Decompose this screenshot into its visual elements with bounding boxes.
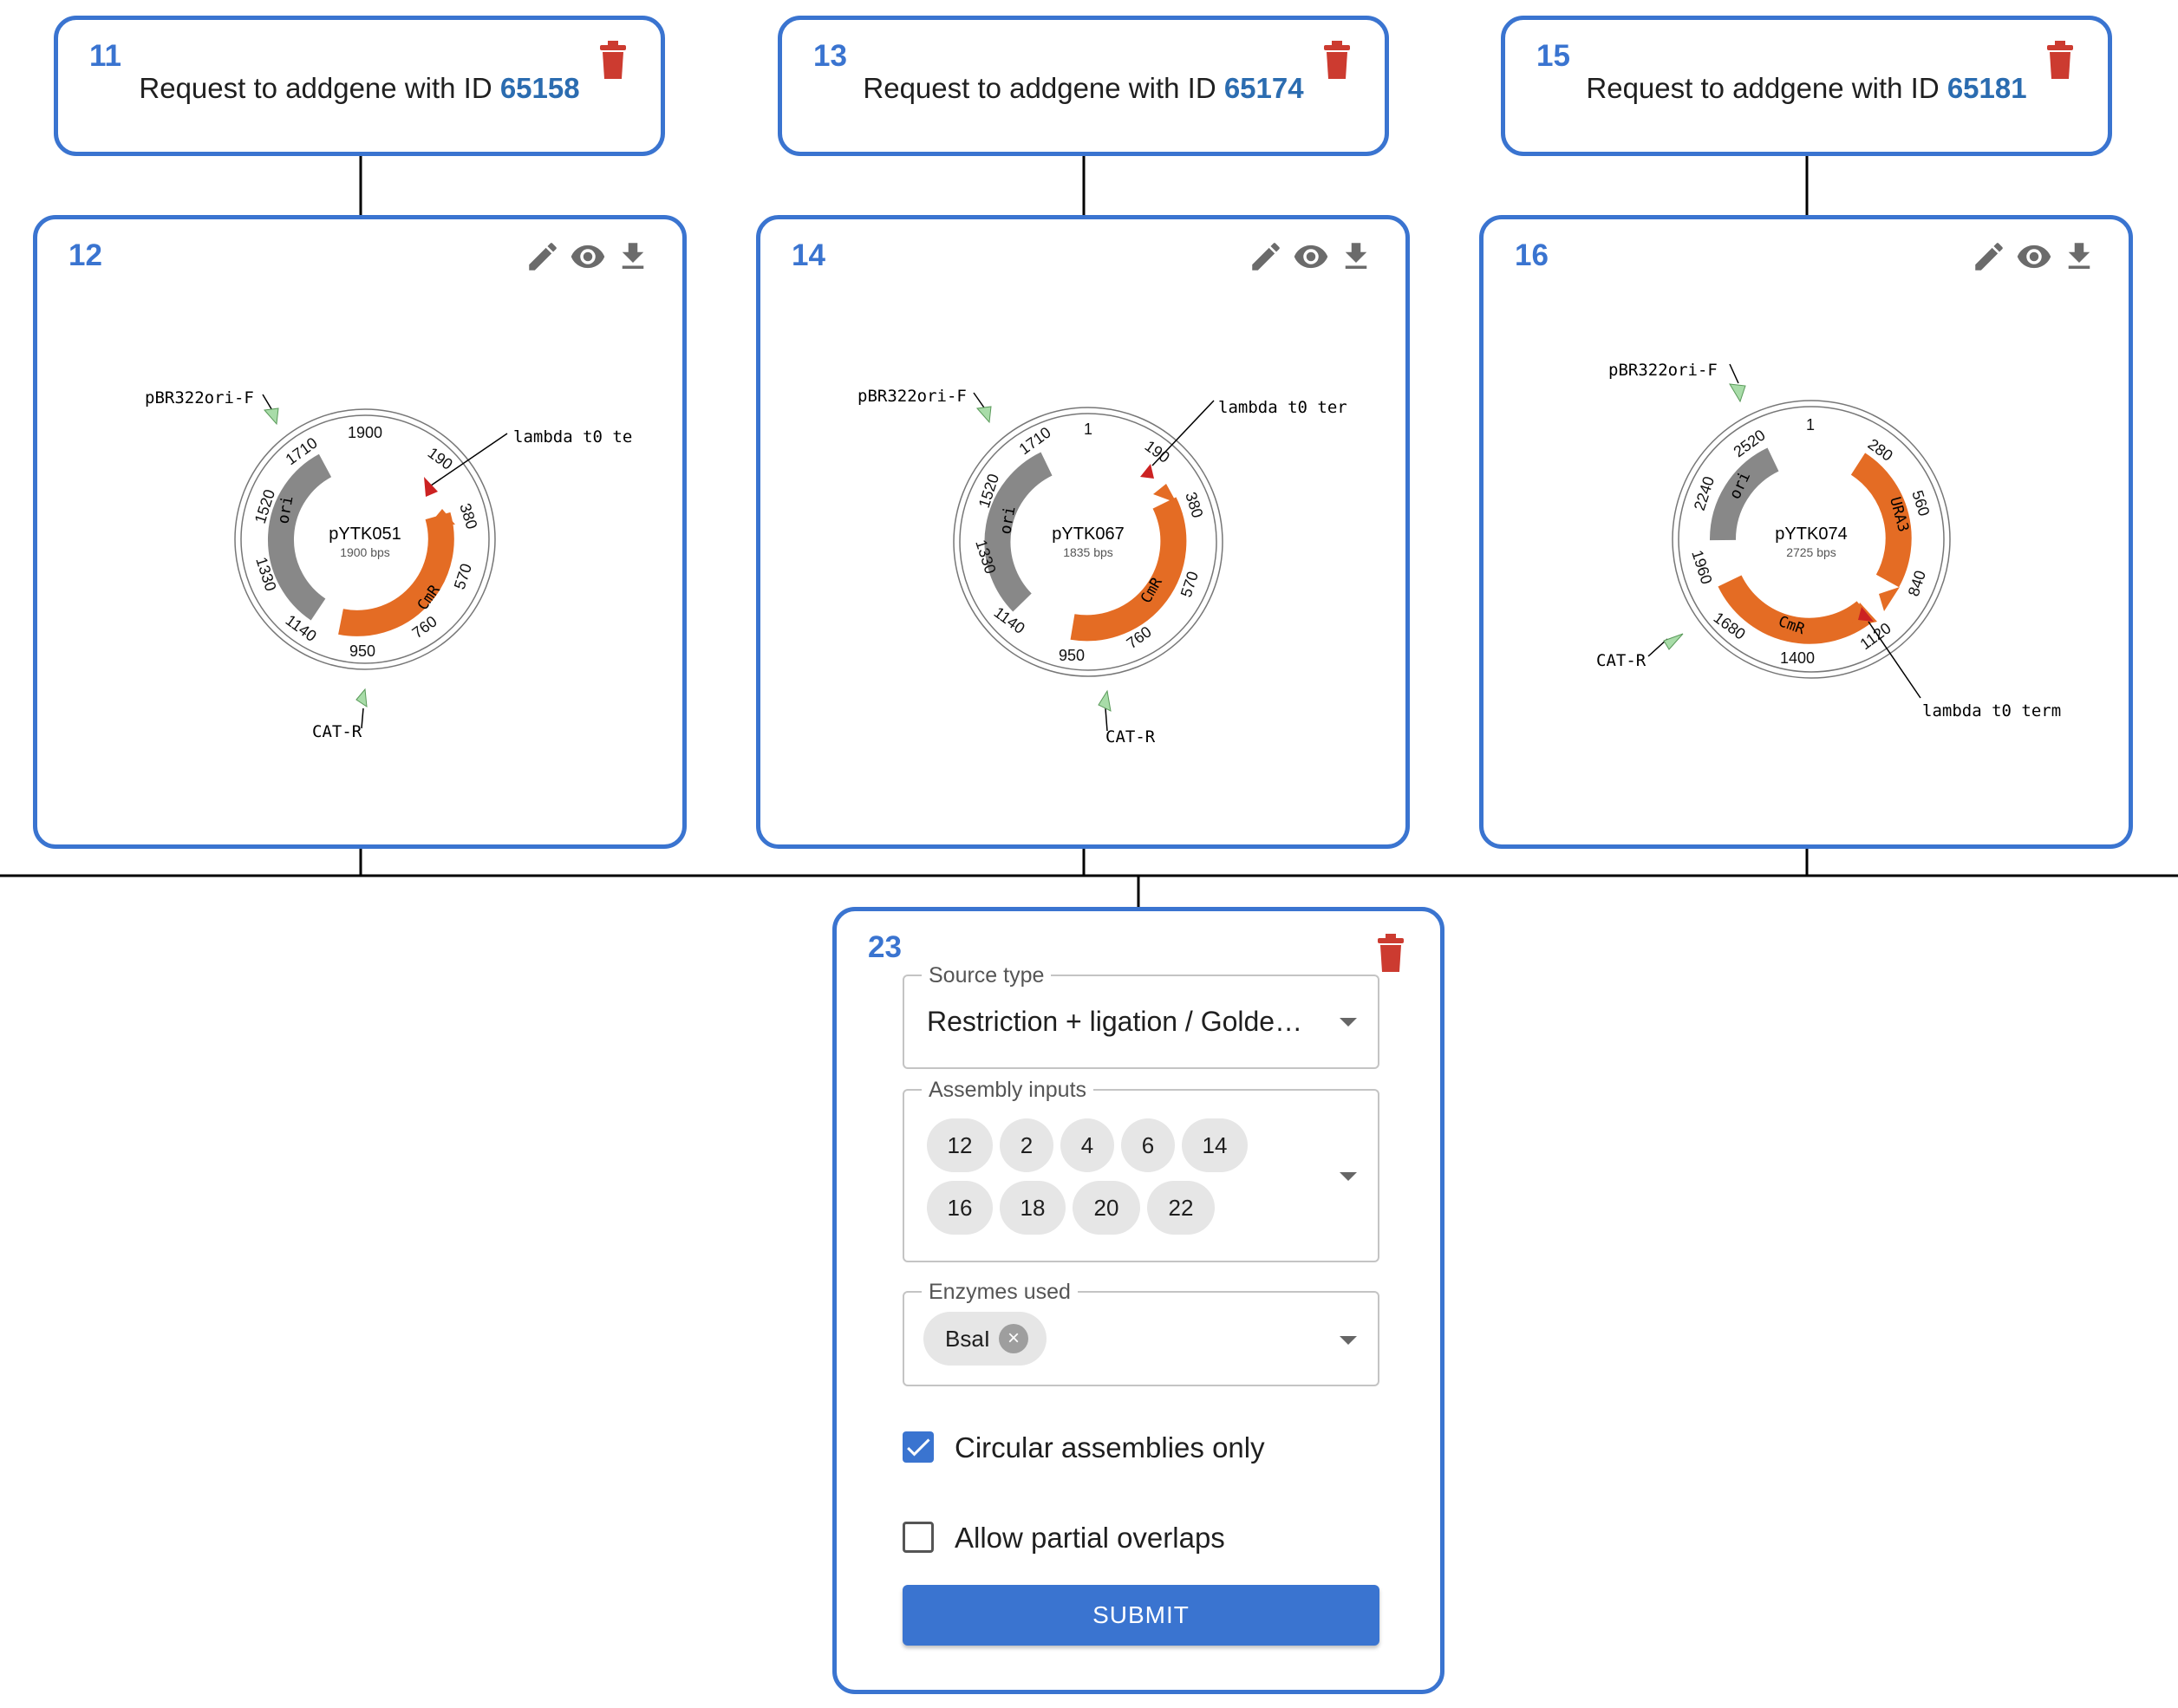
primer-r-marker — [355, 688, 368, 708]
assembly-inputs-label: Assembly inputs — [922, 1079, 1094, 1101]
tick-label: 570 — [451, 561, 475, 591]
source-node-11: 11 Request to addgene with ID 65158 — [54, 16, 665, 156]
plasmid-map[interactable]: ori URA3 CmR pYTK074 2725 bps 1 280 560 … — [1484, 219, 2129, 844]
source-text: Request to addgene with ID — [139, 72, 492, 104]
addgene-id-link[interactable]: 65158 — [500, 72, 580, 104]
tick-label: 190 — [425, 444, 456, 473]
node-id: 11 — [89, 39, 121, 73]
assembly-input-chip[interactable]: 2 — [1000, 1118, 1053, 1172]
trash-icon[interactable] — [1378, 934, 1404, 972]
tick-label: 560 — [1908, 488, 1933, 518]
enzymes-label: Enzymes used — [922, 1281, 1078, 1303]
primer-r-label: CAT-R — [1596, 651, 1647, 670]
tick-label: 1140 — [283, 611, 320, 645]
caret-down-icon — [1340, 1172, 1357, 1181]
plasmid-name: pYTK074 — [1775, 525, 1847, 544]
addgene-id-link[interactable]: 65181 — [1947, 72, 2027, 104]
plasmid-size: 2725 bps — [1786, 545, 1836, 559]
submit-button[interactable]: SUBMIT — [903, 1585, 1379, 1646]
assembly-input-chip[interactable]: 16 — [927, 1181, 993, 1235]
primer-f-marker — [1729, 383, 1746, 403]
check-icon — [907, 1438, 930, 1457]
tick-label: 950 — [1059, 647, 1085, 664]
tick-label: 2240 — [1691, 474, 1718, 512]
primer-r-marker — [1098, 689, 1112, 712]
partial-overlaps-label[interactable]: Allow partial overlaps — [955, 1522, 1225, 1555]
sequence-node-14: 14 ori CmR pYTK067 1835 bps 1 190 380 57… — [756, 215, 1410, 849]
terminator-marker — [1140, 464, 1154, 479]
tick-label: 1 — [1806, 416, 1815, 434]
terminator-label: lambda t0 te — [513, 427, 632, 447]
ori-feature — [267, 453, 332, 621]
tick-label: 380 — [456, 501, 480, 531]
tick-label: 1710 — [1016, 424, 1054, 459]
addgene-id-link[interactable]: 65174 — [1224, 72, 1304, 104]
circular-only-label[interactable]: Circular assemblies only — [955, 1431, 1265, 1464]
source-text: Request to addgene with ID — [1586, 72, 1940, 104]
partial-overlaps-checkbox[interactable] — [903, 1522, 934, 1553]
plasmid-size: 1900 bps — [340, 545, 390, 559]
assembly-input-chip[interactable]: 20 — [1073, 1181, 1140, 1235]
enzymes-select[interactable]: Enzymes used BsaI × — [903, 1281, 1379, 1386]
assembly-input-chip[interactable]: 6 — [1121, 1118, 1175, 1172]
tick-label: 1400 — [1780, 649, 1815, 667]
source-node-15: 15 Request to addgene with ID 65181 — [1501, 16, 2112, 156]
ori-label: ori — [996, 505, 1019, 536]
primer-r-label: CAT-R — [1105, 727, 1156, 746]
primer-f-label: pBR322ori-F — [145, 388, 254, 407]
plasmid-map[interactable]: ori CmR pYTK051 1900 bps 1900 190 380 57… — [37, 219, 682, 844]
tick-label: 1 — [1084, 420, 1092, 438]
tick-label: 950 — [349, 642, 375, 660]
source-description: Request to addgene with ID 65158 — [58, 72, 661, 105]
assembly-node-23: 23 Source type Restriction + ligation / … — [832, 907, 1444, 1694]
source-description: Request to addgene with ID 65174 — [782, 72, 1385, 105]
assembly-inputs-select[interactable]: Assembly inputs 12 2 4 6 14 16 18 20 22 — [903, 1079, 1379, 1262]
enzyme-chip-label: BsaI — [944, 1325, 991, 1352]
plasmid-map[interactable]: ori CmR pYTK067 1835 bps 1 190 380 570 7… — [760, 219, 1405, 844]
source-type-label: Source type — [922, 964, 1052, 987]
primer-r-label: CAT-R — [312, 722, 362, 741]
tick-label: 840 — [1905, 568, 1929, 598]
circular-only-checkbox[interactable] — [903, 1431, 934, 1463]
source-type-value: Restriction + ligation / Golde… — [927, 1006, 1303, 1037]
primer-f-label: pBR322ori-F — [1608, 361, 1718, 380]
node-id: 15 — [1536, 39, 1570, 73]
terminator-label: lambda t0 ter — [1218, 398, 1347, 417]
assembly-input-chip[interactable]: 12 — [927, 1118, 993, 1172]
plasmid-name: pYTK051 — [329, 525, 401, 544]
tick-label: 1900 — [348, 424, 382, 441]
assembly-input-chip[interactable]: 22 — [1147, 1181, 1215, 1235]
source-type-select[interactable]: Source type Restriction + ligation / Gol… — [903, 964, 1379, 1069]
sequence-node-12: 12 ori CmR pYTK051 1900 bps 1900 190 380… — [33, 215, 687, 849]
primer-f-marker — [264, 407, 279, 426]
primer-f-label: pBR322ori-F — [858, 387, 967, 406]
caret-down-icon — [1340, 1018, 1357, 1027]
plasmid-name: pYTK067 — [1052, 525, 1124, 544]
source-description: Request to addgene with ID 65181 — [1505, 72, 2108, 105]
terminator-label: lambda t0 term — [1922, 701, 2061, 720]
sequence-node-16: 16 ori URA3 CmR pYTK074 2725 bps 1 280 5… — [1479, 215, 2133, 849]
assembly-input-chip[interactable]: 14 — [1182, 1118, 1248, 1172]
cancel-circle-icon[interactable]: × — [999, 1324, 1029, 1353]
source-node-13: 13 Request to addgene with ID 65174 — [778, 16, 1389, 156]
assembly-input-chip[interactable]: 18 — [1000, 1181, 1066, 1235]
tick-label: 380 — [1182, 490, 1206, 520]
assembly-input-chip[interactable]: 4 — [1060, 1118, 1114, 1172]
plasmid-size: 1835 bps — [1063, 545, 1113, 559]
source-text: Request to addgene with ID — [863, 72, 1216, 104]
terminator-marker — [424, 477, 438, 497]
enzyme-chip[interactable]: BsaI × — [923, 1312, 1047, 1366]
primer-r-marker — [1663, 633, 1684, 650]
caret-down-icon — [1340, 1336, 1357, 1345]
ori-feature — [1709, 447, 1779, 541]
node-id: 23 — [868, 930, 902, 964]
cmr-feature — [1070, 497, 1187, 642]
node-id: 13 — [813, 39, 847, 73]
primer-f-marker — [976, 406, 992, 424]
tick-label: 1960 — [1688, 548, 1715, 586]
